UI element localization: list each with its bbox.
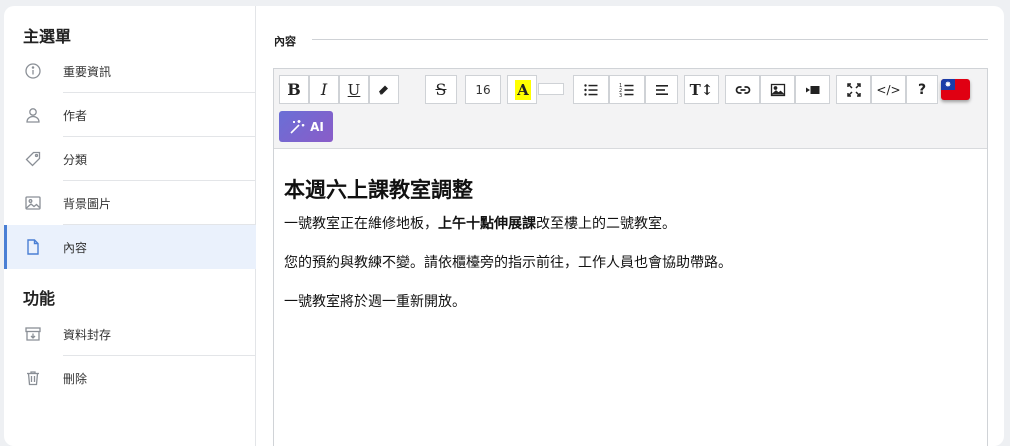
- sidebar-item-label: 內容: [63, 241, 88, 255]
- underline-button[interactable]: U: [339, 75, 369, 104]
- sidebar-item-label: 刪除: [63, 372, 88, 386]
- italic-button[interactable]: I: [309, 75, 339, 104]
- picture-icon: [770, 83, 785, 96]
- help-button[interactable]: ?: [906, 75, 938, 104]
- bold-text: 上午十點伸展課: [438, 216, 536, 232]
- rich-text-editor: B I U S 16 A 123 T↕ </> ? ✸ AI 本週六上課教室調整…: [273, 68, 988, 446]
- strikethrough-button[interactable]: S: [425, 75, 457, 104]
- video-icon: [805, 85, 819, 94]
- document-icon: [24, 238, 42, 256]
- sun-icon: ✸: [941, 79, 955, 90]
- document-title: 本週六上課教室調整: [284, 178, 473, 202]
- highlight-icon: A: [515, 80, 531, 100]
- sidebar: 主選單 重要資訊 作者 分類 背景圖片 內容 功能 資料封存 刪除: [4, 6, 256, 446]
- align-button[interactable]: [645, 75, 678, 104]
- section-label: 內容: [274, 35, 296, 48]
- highlight-color-swatch[interactable]: [538, 83, 564, 95]
- code-view-button[interactable]: </>: [871, 75, 906, 104]
- sidebar-item-category[interactable]: 分類: [4, 137, 256, 181]
- editor-toolbar: B I U S 16 A 123 T↕ </> ? ✸ AI: [274, 69, 987, 149]
- user-icon: [24, 106, 42, 124]
- sidebar-item-archive[interactable]: 資料封存: [4, 312, 256, 356]
- ai-assist-button[interactable]: AI: [279, 111, 333, 142]
- paragraph-2: 您的預約與教練不變。請依櫃檯旁的指示前往，工作人員也會協助帶路。: [284, 255, 732, 271]
- sidebar-item-background-image[interactable]: 背景圖片: [4, 181, 256, 225]
- bullet-list-icon: [584, 83, 598, 96]
- editor-content[interactable]: 本週六上課教室調整 一號教室正在維修地板，上午十點伸展課改至樓上的二號教室。 您…: [284, 175, 977, 313]
- archive-icon: [24, 325, 42, 343]
- taiwan-flag-icon[interactable]: ✸: [941, 79, 970, 100]
- ai-label: AI: [310, 119, 324, 134]
- divider: [312, 39, 988, 40]
- magic-wand-icon: [290, 119, 305, 134]
- fullscreen-button[interactable]: [836, 75, 871, 104]
- sidebar-item-label: 資料封存: [63, 328, 112, 342]
- sidebar-item-author[interactable]: 作者: [4, 93, 256, 137]
- main-panel: 內容 B I U S 16 A 123 T↕ </> ? ✸ AI 本週六上課教…: [256, 6, 1004, 446]
- sidebar-item-label: 重要資訊: [63, 65, 112, 79]
- sidebar-item-label: 作者: [63, 109, 88, 123]
- expand-icon: [846, 82, 861, 97]
- numbered-list-icon: 123: [619, 83, 634, 98]
- link-icon: [735, 85, 750, 94]
- link-button[interactable]: [725, 75, 760, 104]
- sidebar-item-label: 分類: [63, 153, 88, 167]
- eraser-icon: [379, 85, 388, 94]
- image-icon: [24, 194, 42, 212]
- functions-title: 功能: [23, 289, 56, 308]
- main-menu-title: 主選單: [23, 27, 72, 46]
- bullet-list-button[interactable]: [573, 75, 609, 104]
- sidebar-item-delete[interactable]: 刪除: [4, 356, 256, 400]
- svg-text:3: 3: [619, 93, 622, 98]
- align-left-icon: [655, 84, 668, 95]
- font-size-input[interactable]: 16: [465, 75, 501, 104]
- sidebar-item-label: 背景圖片: [63, 197, 112, 211]
- paragraph-1: 一號教室正在維修地板，上午十點伸展課改至樓上的二號教室。: [284, 216, 676, 232]
- highlight-color-button[interactable]: A: [507, 75, 537, 104]
- tag-icon: [24, 150, 42, 168]
- info-icon: [24, 62, 42, 80]
- numbered-list-button[interactable]: 123: [609, 75, 645, 104]
- insert-video-button[interactable]: [795, 75, 830, 104]
- sidebar-item-important-info[interactable]: 重要資訊: [4, 49, 256, 93]
- paragraph-3: 一號教室將於週一重新開放。: [284, 294, 466, 310]
- text-size-button[interactable]: T↕: [684, 75, 719, 104]
- insert-image-button[interactable]: [760, 75, 795, 104]
- trash-icon: [24, 369, 42, 387]
- sidebar-item-content[interactable]: 內容: [4, 225, 256, 269]
- clear-format-button[interactable]: [369, 75, 399, 104]
- bold-button[interactable]: B: [279, 75, 309, 104]
- settings-card: 主選單 重要資訊 作者 分類 背景圖片 內容 功能 資料封存 刪除 內容 B I…: [4, 6, 1004, 446]
